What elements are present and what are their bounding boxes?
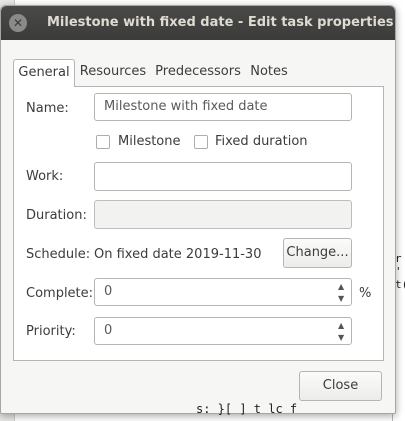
- background-text-fragment: r ' t(: [395, 252, 405, 291]
- dialog-titlebar: ✕ Milestone with fixed date - Edit task …: [1, 6, 395, 40]
- spin-down-icon[interactable]: ▼: [338, 334, 344, 342]
- duration-label: Duration:: [26, 208, 87, 223]
- complete-spinbutton[interactable]: 0 ▲ ▼: [94, 278, 352, 306]
- complete-spin-arrows[interactable]: ▲ ▼: [336, 280, 350, 306]
- work-field[interactable]: [94, 162, 352, 191]
- priority-spin-arrows[interactable]: ▲ ▼: [336, 319, 350, 345]
- fixed-duration-checkbox[interactable]: [194, 135, 208, 149]
- tab-general[interactable]: General: [13, 59, 75, 87]
- general-tab-panel: Name: Milestone with fixed date Mileston…: [13, 86, 384, 361]
- priority-value: 0: [104, 323, 113, 338]
- complete-label: Complete:: [26, 286, 94, 301]
- close-icon[interactable]: ✕: [9, 14, 27, 32]
- work-label: Work:: [26, 169, 64, 184]
- fixed-duration-label: Fixed duration: [215, 134, 308, 149]
- schedule-value: On fixed date 2019-11-30: [94, 247, 262, 262]
- edit-task-properties-dialog: ✕ Milestone with fixed date - Edit task …: [0, 5, 396, 414]
- name-label: Name:: [26, 101, 69, 116]
- milestone-label: Milestone: [118, 134, 181, 149]
- complete-value: 0: [104, 284, 113, 299]
- duration-field[interactable]: [94, 200, 352, 229]
- dialog-title: Milestone with fixed date - Edit task pr…: [47, 15, 394, 30]
- schedule-label: Schedule:: [26, 247, 91, 262]
- tab-notes[interactable]: Notes: [245, 59, 293, 85]
- close-button[interactable]: Close: [299, 371, 382, 401]
- change-schedule-button[interactable]: Change...: [283, 238, 352, 268]
- tab-resources[interactable]: Resources: [77, 59, 149, 85]
- spin-up-icon[interactable]: ▲: [338, 283, 344, 291]
- name-field[interactable]: Milestone with fixed date: [94, 93, 352, 121]
- background-bottom-text: s: }[ ] t lc f: [196, 402, 298, 416]
- tab-predecessors[interactable]: Predecessors: [153, 59, 243, 85]
- spin-down-icon[interactable]: ▼: [338, 295, 344, 303]
- percent-unit-label: %: [359, 286, 372, 301]
- milestone-checkbox[interactable]: [96, 135, 110, 149]
- spin-up-icon[interactable]: ▲: [338, 322, 344, 330]
- priority-label: Priority:: [26, 324, 76, 339]
- priority-spinbutton[interactable]: 0 ▲ ▼: [94, 317, 352, 345]
